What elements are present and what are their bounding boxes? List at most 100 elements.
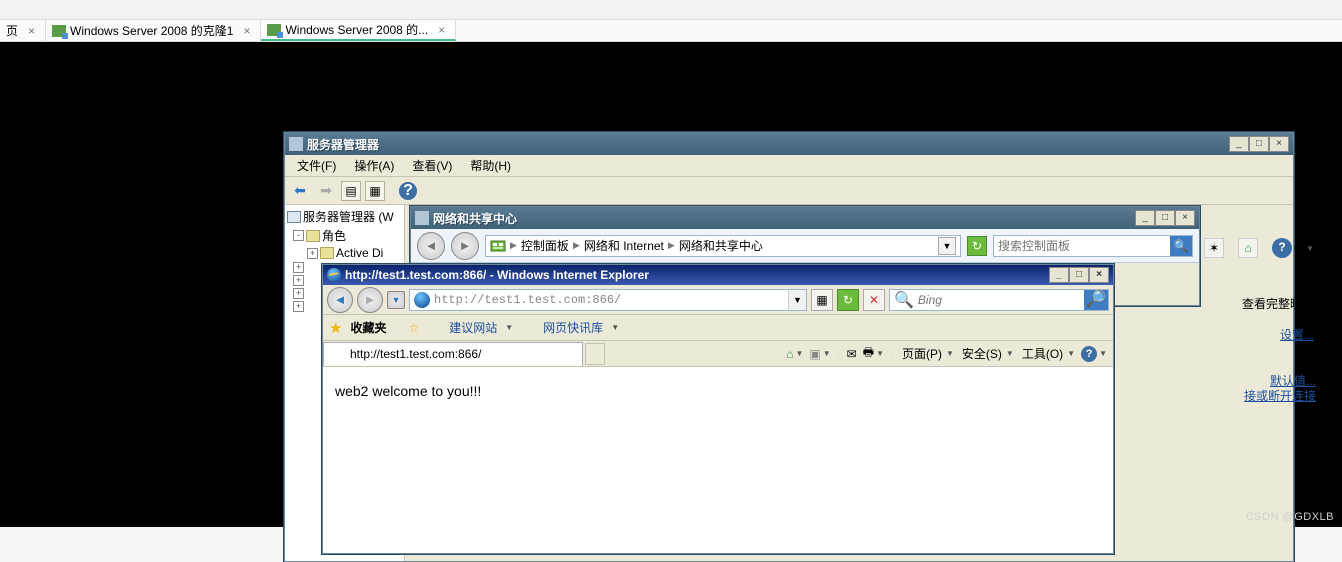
home-icon[interactable]: ⌂ bbox=[1238, 238, 1258, 258]
home-button[interactable]: ⌂▼ bbox=[786, 347, 803, 361]
print-button[interactable]: 🖶▼ bbox=[863, 343, 884, 364]
help-icon[interactable]: ? bbox=[1272, 238, 1292, 258]
expand-icon[interactable]: + bbox=[293, 262, 304, 273]
help-button[interactable]: ?▼ bbox=[1081, 346, 1107, 362]
address-bar[interactable]: ▼ bbox=[409, 289, 807, 311]
menu-help[interactable]: 帮助(H) bbox=[462, 155, 519, 176]
host-tab-home-label: 页 bbox=[6, 22, 18, 39]
chevron-down-icon: ▼ bbox=[1067, 349, 1075, 358]
recent-pages-dropdown[interactable]: ▼ bbox=[387, 291, 405, 309]
chevron-right-icon[interactable]: ▶ bbox=[510, 240, 517, 251]
maximize-button[interactable]: □ bbox=[1069, 267, 1089, 283]
expand-icon[interactable]: + bbox=[293, 288, 304, 299]
compat-view-button[interactable]: ▦ bbox=[811, 289, 833, 311]
close-icon[interactable]: × bbox=[28, 24, 35, 38]
expand-icon[interactable]: + bbox=[293, 301, 304, 312]
maximize-button[interactable]: □ bbox=[1249, 136, 1269, 152]
expand-icon[interactable]: + bbox=[293, 275, 304, 286]
link-connect-disconnect[interactable]: 接或断开连接 bbox=[1244, 387, 1316, 404]
maximize-button[interactable]: □ bbox=[1155, 210, 1175, 226]
tree-root[interactable]: 服务器管理器 (W bbox=[285, 207, 404, 226]
tools-menu[interactable]: 工具(O)▼ bbox=[1020, 345, 1075, 362]
url-input[interactable] bbox=[434, 293, 788, 307]
close-button[interactable]: × bbox=[1269, 136, 1289, 152]
tree-roles[interactable]: - 角色 bbox=[285, 226, 404, 245]
nav-forward-button[interactable]: ► bbox=[451, 232, 479, 260]
favorites-label[interactable]: 收藏夹 bbox=[350, 319, 386, 336]
page-body-text: web2 welcome to you!!! bbox=[335, 383, 481, 399]
breadcrumb-network-center[interactable]: 网络和共享中心 bbox=[679, 237, 763, 254]
chevron-down-icon[interactable]: ▼ bbox=[1306, 244, 1314, 253]
host-tab-home[interactable]: 页 × bbox=[0, 20, 46, 41]
close-button[interactable]: × bbox=[1175, 210, 1195, 226]
ie-search-box[interactable]: 🔍 🔎 bbox=[889, 289, 1109, 311]
host-tab-vm1[interactable]: Windows Server 2008 的克隆1 × bbox=[46, 20, 261, 41]
search-go-button[interactable]: 🔎 bbox=[1084, 290, 1108, 310]
ie-tab[interactable]: http://test1.test.com:866/ bbox=[323, 342, 583, 366]
feeds-button[interactable]: ▣▼ bbox=[809, 347, 830, 361]
menu-view[interactable]: 查看(V) bbox=[404, 155, 460, 176]
refresh-button[interactable]: ↻ bbox=[967, 236, 987, 256]
search-input[interactable] bbox=[918, 293, 1084, 307]
collapse-icon[interactable]: - bbox=[293, 230, 304, 241]
menu-file[interactable]: 文件(F) bbox=[289, 155, 344, 176]
host-tab-bar: 页 × Windows Server 2008 的克隆1 × Windows S… bbox=[0, 20, 1342, 42]
link-settings[interactable]: 设置... bbox=[1280, 326, 1314, 343]
ie-titlebar[interactable]: http://test1.test.com:866/ - Windows Int… bbox=[323, 265, 1113, 285]
breadcrumb[interactable]: ▶ 控制面板 ▶ 网络和 Internet ▶ 网络和共享中心 ▼ bbox=[485, 235, 961, 257]
toolbar-icon-2[interactable]: ▦ bbox=[365, 181, 385, 201]
host-tab-vm1-label: Windows Server 2008 的克隆1 bbox=[70, 22, 233, 39]
network-center-titlebar[interactable]: 网络和共享中心 _ □ × bbox=[411, 207, 1199, 229]
rss-icon: ▣ bbox=[809, 347, 820, 361]
toolbar-icon-1[interactable]: ▤ bbox=[341, 181, 361, 201]
ie-address-bar-row: ◄ ► ▼ ▼ ▦ ↻ ✕ 🔍 🔎 bbox=[323, 285, 1113, 315]
nav-back-button[interactable]: ◄ bbox=[417, 232, 445, 260]
favorites-star-icon[interactable]: ★ bbox=[329, 319, 342, 337]
url-dropdown[interactable]: ▼ bbox=[788, 290, 806, 310]
chevron-right-icon[interactable]: ▶ bbox=[668, 240, 675, 251]
minimize-button[interactable]: _ bbox=[1049, 267, 1069, 283]
expand-icon[interactable]: + bbox=[307, 248, 318, 259]
new-tab-button[interactable] bbox=[585, 343, 605, 365]
server-manager-toolbar: ⬅ ➡ ▤ ▦ ? bbox=[285, 177, 1293, 205]
behind-window-toolbar: ✶ ⌂ ? ▼ bbox=[1204, 238, 1314, 258]
nav-forward-button[interactable]: ➡ bbox=[315, 180, 337, 202]
tree-roles-label: 角色 bbox=[322, 227, 346, 244]
nav-back-button[interactable]: ⬅ bbox=[289, 180, 311, 202]
vm-icon bbox=[267, 24, 281, 36]
chevron-down-icon[interactable]: ▼ bbox=[505, 323, 513, 332]
breadcrumb-dropdown[interactable]: ▼ bbox=[938, 237, 956, 255]
server-manager-menubar: 文件(F) 操作(A) 查看(V) 帮助(H) bbox=[285, 155, 1293, 177]
tree-active-directory[interactable]: + Active Di bbox=[285, 245, 404, 261]
server-manager-titlebar[interactable]: 服务器管理器 _ □ × bbox=[285, 133, 1293, 155]
chevron-right-icon[interactable]: ▶ bbox=[573, 240, 580, 251]
nav-forward-button[interactable]: ► bbox=[357, 287, 383, 313]
host-tab-vm2[interactable]: Windows Server 2008 的... × bbox=[261, 20, 456, 41]
minimize-button[interactable]: _ bbox=[1229, 136, 1249, 152]
stop-button[interactable]: ✕ bbox=[863, 289, 885, 311]
breadcrumb-control-panel[interactable]: 控制面板 bbox=[521, 237, 569, 254]
close-button[interactable]: × bbox=[1089, 267, 1109, 283]
close-icon[interactable]: × bbox=[243, 24, 250, 38]
suggested-sites-link[interactable]: 建议网站 bbox=[449, 319, 497, 336]
search-button[interactable]: 🔍 bbox=[1170, 236, 1192, 256]
ie-window: http://test1.test.com:866/ - Windows Int… bbox=[322, 264, 1114, 554]
close-icon[interactable]: × bbox=[438, 23, 445, 37]
ie-page-icon bbox=[332, 347, 346, 361]
read-mail-button[interactable]: ✉ bbox=[847, 347, 857, 361]
ie-title-text: http://test1.test.com:866/ - Windows Int… bbox=[345, 268, 1049, 282]
page-menu[interactable]: 页面(P)▼ bbox=[900, 345, 954, 362]
server-icon bbox=[287, 211, 301, 223]
breadcrumb-network-internet[interactable]: 网络和 Internet bbox=[584, 237, 664, 254]
menu-action[interactable]: 操作(A) bbox=[346, 155, 402, 176]
search-input[interactable] bbox=[994, 239, 1170, 253]
safety-menu[interactable]: 安全(S)▼ bbox=[960, 345, 1014, 362]
control-panel-search[interactable]: 🔍 bbox=[993, 235, 1193, 257]
toolbar-icon[interactable]: ✶ bbox=[1204, 238, 1224, 258]
help-icon[interactable]: ? bbox=[399, 182, 417, 200]
chevron-down-icon[interactable]: ▼ bbox=[611, 323, 619, 332]
nav-back-button[interactable]: ◄ bbox=[327, 287, 353, 313]
minimize-button[interactable]: _ bbox=[1135, 210, 1155, 226]
go-refresh-button[interactable]: ↻ bbox=[837, 289, 859, 311]
web-slice-link[interactable]: 网页快讯库 bbox=[543, 319, 603, 336]
